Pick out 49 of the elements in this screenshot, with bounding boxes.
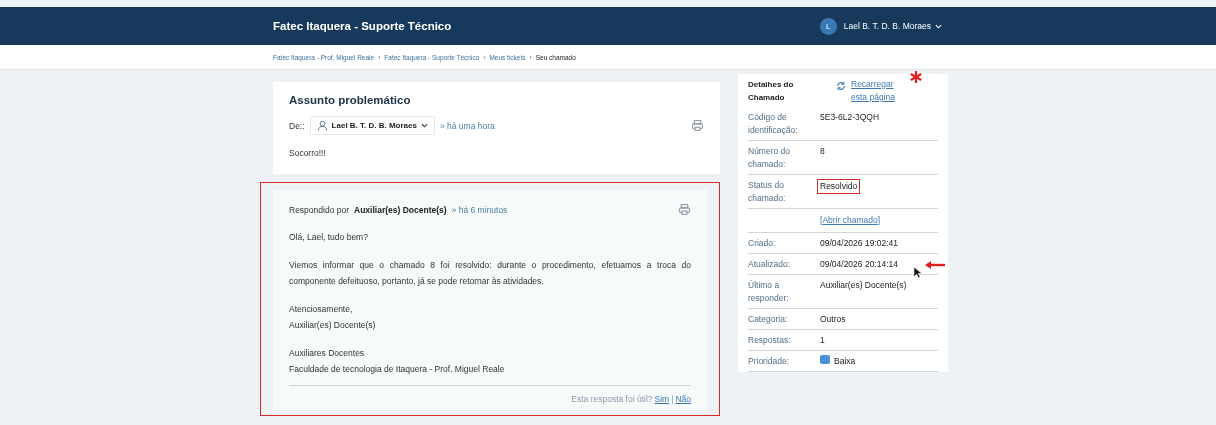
message-text: Socorro!!! bbox=[289, 148, 327, 158]
panel-title: Detalhes do Chamado bbox=[748, 79, 795, 104]
from-label: De:: bbox=[289, 120, 305, 131]
avatar: L bbox=[819, 17, 837, 35]
field-label: Respostas: bbox=[748, 334, 792, 347]
user-menu[interactable]: L Lael B. T. D. B. Moraes bbox=[819, 17, 942, 35]
field-value: Baixa bbox=[834, 355, 856, 368]
ticket-subject: Assunto problemático bbox=[289, 94, 412, 106]
print-icon[interactable] bbox=[691, 119, 704, 132]
message-text: Faculdade de tecnologia de Itaquera - Prof. Miguel Reale bbox=[289, 363, 506, 376]
reply-author: Auxiliar(es) Docente(s) bbox=[354, 204, 447, 215]
field-label: Número do chamado: bbox=[748, 145, 792, 171]
print-icon[interactable] bbox=[678, 203, 691, 216]
field-label: Criado: bbox=[748, 237, 777, 250]
field-value: 09/04/2026 19:02:41 bbox=[820, 237, 898, 250]
field-value: 09/04/2026 20:14:14 bbox=[820, 258, 898, 271]
user-dropdown[interactable]: Lael B. T. D. B. Moraes bbox=[309, 116, 435, 135]
cursor-icon bbox=[913, 266, 922, 279]
message-text: Olá, Lael, tudo bem? bbox=[289, 231, 369, 244]
user-icon bbox=[316, 120, 328, 131]
field-value: Resolvido bbox=[817, 179, 861, 194]
field-label: Último a responder: bbox=[748, 279, 790, 305]
timestamp: » há uma hora bbox=[439, 120, 495, 131]
field-value: 5E3-6L2-3QQH bbox=[820, 111, 880, 124]
message-text: Atenciosamente, bbox=[289, 303, 354, 316]
field-value: Outros bbox=[820, 313, 846, 326]
field-label: Código de identificação: bbox=[748, 111, 799, 137]
timestamp: » há 6 minutos bbox=[451, 204, 508, 215]
field-label: Atualizado: bbox=[748, 258, 792, 271]
field-value: 1 bbox=[820, 334, 825, 347]
field-label: Status do chamado: bbox=[748, 179, 787, 205]
reply-label: Respondido por bbox=[289, 204, 349, 215]
field-label: Categoria: bbox=[748, 313, 789, 326]
field-value: 8 bbox=[820, 145, 825, 158]
separator-text: | bbox=[671, 394, 674, 404]
yes-link[interactable]: Sim bbox=[654, 394, 670, 404]
open-ticket-link[interactable]: [Abrir chamado] bbox=[820, 214, 881, 227]
no-link[interactable]: Não bbox=[675, 394, 691, 404]
field-label: Prioridade: bbox=[748, 355, 791, 368]
caret-icon bbox=[420, 123, 428, 128]
message-text: Auxiliares Docentes bbox=[289, 347, 366, 360]
field-value: Auxiliar(es) Docente(s) bbox=[820, 279, 907, 292]
feedback-question: Esta resposta foi útil? bbox=[571, 394, 653, 404]
message-text: Viemos informar que o chamado 8 foi resolvido: durante o procedimento, efetuamos a troca do componente defeituoso, portanto, já se pode retornar às atividades. bbox=[289, 259, 691, 288]
site-title[interactable]: Fatec Itaquera - Suporte Técnico bbox=[273, 20, 452, 32]
message-text: Auxiliar(es) Docente(s) bbox=[289, 319, 377, 332]
refresh-icon[interactable] bbox=[836, 81, 846, 91]
reload-link[interactable]: Recarregar esta página bbox=[851, 78, 911, 104]
caret-icon bbox=[935, 24, 942, 29]
